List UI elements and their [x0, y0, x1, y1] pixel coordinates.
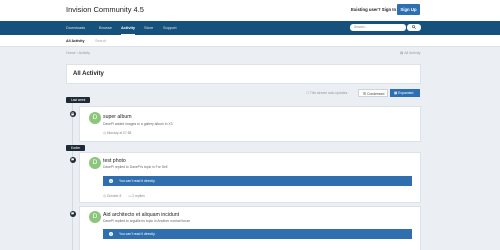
breadcrumb-separator: › [76, 51, 78, 55]
clock-icon: ◷ [103, 194, 106, 198]
site-title[interactable]: Invision Community 4.5 [66, 5, 144, 14]
timeline-label-earlier: Earlier [66, 145, 86, 151]
activity-item: D Aid architecto et aliquam incidunt Dav… [79, 206, 421, 250]
comment-icon: ▭ [128, 194, 132, 198]
reply-count: 2 replies [132, 194, 145, 198]
activity-title[interactable]: test photo [103, 158, 126, 164]
lock-icon [71, 112, 74, 116]
comment-icon [71, 212, 74, 216]
timeline-label-last-week: Last week [66, 97, 91, 103]
avatar[interactable]: D [89, 112, 101, 124]
activity-title[interactable]: Aid architecto et aliquam incidunt [103, 212, 179, 218]
notice-text: You can't read it directly. [119, 232, 156, 236]
activity-date: October 8 [106, 194, 122, 198]
activity-title[interactable]: super album [103, 114, 132, 120]
search-input[interactable]: Search... [350, 23, 406, 31]
condensed-view-button[interactable]: ☰ Condensed [358, 89, 388, 97]
breadcrumb-current[interactable]: Activity [79, 51, 90, 55]
activity-meta: ◷ Monday at 07:58 [103, 131, 131, 135]
checkbox-icon: ☐ [306, 91, 309, 95]
info-icon [109, 232, 113, 236]
nav-item-support[interactable]: Support [163, 21, 177, 35]
breadcrumb-home[interactable]: Home [66, 51, 76, 55]
activity-subtitle: DavePi replied to DavePi's topic in For … [103, 165, 168, 169]
list-icon: ☰ [363, 92, 367, 96]
subnav-search[interactable]: Search [95, 39, 106, 43]
sign-up-button[interactable]: Sign Up [397, 4, 420, 15]
search-icon [412, 25, 416, 29]
nav-item-store[interactable]: Store [144, 21, 153, 35]
nav-item-browse[interactable]: Browse [99, 21, 112, 35]
sign-in-label: Existing user? Sign In [351, 7, 397, 12]
notice-text: You can't read it directly. [119, 179, 156, 183]
restricted-notice: You can't read it directly. [103, 176, 412, 186]
top-header: Invision Community 4.5 Existing user? Si… [0, 0, 500, 21]
activity-meta: ◷ October 8 ▭ 2 replies [103, 194, 145, 198]
sign-in-link[interactable]: Existing user? Sign In ▾ [351, 7, 400, 13]
avatar[interactable]: D [89, 211, 101, 223]
activity-subtitle: DavePi added images to a gallery album i… [103, 122, 173, 126]
timeline-comment-marker [69, 157, 76, 163]
expanded-view-button[interactable]: ▦ Expanded [390, 89, 420, 97]
activity-item: D super album DavePi added images to a g… [79, 106, 421, 142]
info-icon [109, 179, 113, 183]
timeline-line [72, 100, 73, 250]
page-header-card: All Activity [66, 64, 421, 84]
rss-icon: ▤ [400, 51, 404, 55]
subnav-all-activity[interactable]: All Activity [66, 39, 84, 43]
page-title: All Activity [73, 71, 104, 77]
main-navigation: Downloads Browse Activity Store Support [0, 21, 500, 35]
timeline-lock-marker [69, 111, 76, 117]
breadcrumb: Home › Activity [66, 51, 90, 55]
activity-item: D test photo DavePi replied to DavePi's … [79, 152, 421, 203]
activity-time: Monday at 07:58 [106, 131, 132, 135]
clock-icon: ◷ [103, 131, 106, 135]
sub-navigation: All Activity Search [0, 35, 500, 47]
search-button[interactable] [407, 23, 421, 31]
restricted-notice: You can't read it directly. [103, 229, 412, 239]
nav-item-downloads[interactable]: Downloads [66, 21, 85, 35]
auto-update-label: This stream auto-updates [309, 91, 348, 95]
auto-update-note: ☐ This stream auto-updates [306, 91, 347, 95]
timeline-comment-marker [69, 211, 76, 217]
avatar[interactable]: D [89, 157, 101, 169]
condensed-label: Condensed [367, 92, 385, 96]
grid-icon: ▦ [394, 91, 398, 95]
nav-item-activity[interactable]: Activity [121, 21, 136, 35]
breadcrumb-right[interactable]: ▤ All Activity [400, 51, 420, 55]
breadcrumb-right-label: All Activity [404, 51, 421, 55]
expanded-label: Expanded [398, 91, 414, 95]
comment-icon [71, 158, 74, 162]
activity-subtitle: DavePi replied to arguillen's topic in A… [103, 219, 191, 223]
